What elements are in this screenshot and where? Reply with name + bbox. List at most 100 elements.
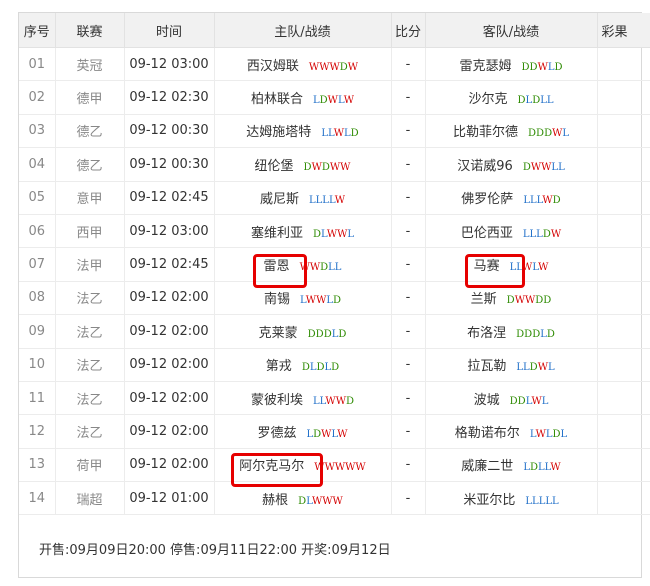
row-away-team: 雷克瑟姆 DDWLD [425, 47, 598, 82]
row-result: · [597, 114, 650, 149]
away-team-name[interactable]: 比勒菲尔德 [453, 121, 518, 140]
home-team-name[interactable]: 达姆施塔特 [246, 121, 311, 140]
row-seq: 12 [19, 414, 56, 449]
row-seq: 01 [19, 47, 56, 82]
row-seq: 08 [19, 281, 56, 316]
table-row[interactable]: 07法甲09-12 02:45雷恩WWDLL-马赛LLWLW· [19, 247, 650, 282]
row-result: · [597, 381, 650, 416]
row-result: · [597, 314, 650, 349]
row-home-team: 克莱蒙 DDDLD [214, 314, 392, 349]
row-score: - [391, 247, 426, 282]
row-score: - [391, 381, 426, 416]
row-seq: 02 [19, 80, 56, 115]
away-team-name[interactable]: 拉瓦勒 [467, 355, 506, 374]
row-league: 法乙 [55, 314, 125, 349]
row-home-team: 纽伦堡 DWDWW [214, 147, 392, 182]
row-seq: 14 [19, 481, 56, 516]
away-team-form: DWWDD [506, 295, 552, 307]
away-team-name[interactable]: 米亚尔比 [463, 489, 515, 508]
home-team-form: DWDWW [303, 161, 351, 173]
header-home: 主队/战绩 [214, 13, 392, 48]
row-result: · [597, 348, 650, 382]
table-row[interactable]: 06西甲09-12 03:00 塞维利亚 DLWWL - 巴伦西亚 LLLDW · [19, 214, 650, 249]
row-result: · [597, 214, 650, 249]
row-result: · [597, 281, 650, 316]
table-row[interactable]: 12法乙09-12 02:00 罗德兹 LDWLW - 格勒诺布尔 LWLDL · [19, 414, 650, 449]
home-team-name[interactable]: 西汉姆联 [247, 55, 299, 74]
row-home-team: 塞维利亚 DLWWL [214, 214, 392, 249]
row-score: - [391, 214, 426, 249]
away-team-name[interactable]: 波城 [474, 389, 500, 408]
away-team-form: DDDLD [516, 328, 555, 340]
home-team-form: LLWWD [313, 395, 355, 407]
table-row[interactable]: 14瑞超09-12 01:00 赫根 DLWWW - 米亚尔比 LLLLL · [19, 481, 650, 516]
home-team-name[interactable]: 蒙彼利埃 [251, 389, 303, 408]
away-team-name[interactable]: 巴伦西亚 [461, 222, 513, 241]
away-team-form: DWWLL [522, 161, 565, 173]
away-team-name[interactable]: 佛罗伦萨 [461, 188, 513, 207]
home-team-form: LDWLW [313, 95, 355, 107]
row-time: 09-12 02:45 [124, 247, 215, 282]
home-team-name[interactable]: 赫根 [262, 489, 288, 508]
row-score: - [391, 80, 426, 115]
row-seq: 09 [19, 314, 56, 349]
table-row[interactable]: 10法乙09-12 02:00 第戎 DLDLD - 拉瓦勒 LLDWL · [19, 348, 650, 382]
row-league: 法乙 [55, 414, 125, 449]
home-team-name[interactable]: 克莱蒙 [259, 322, 298, 341]
table-row[interactable]: 13荷甲09-12 02:00阿尔克马尔WWWWW-威廉二世LDLLW· [19, 448, 650, 483]
table-row[interactable]: 04德乙09-12 00:30 纽伦堡 DWDWW - 汉诺威96 DWWLL · [19, 147, 650, 182]
table-row[interactable]: 09法乙09-12 02:00 克莱蒙 DDDLD - 布洛涅 DDDLD · [19, 314, 650, 349]
home-team-form: LLWLD [321, 128, 359, 140]
table-row[interactable]: 03德乙09-12 00:30 达姆施塔特 LLWLD - 比勒菲尔德 DDDWL · [19, 114, 650, 149]
row-away-team: 沙尔克 DLDLL [425, 80, 598, 115]
row-score: - [391, 448, 426, 483]
row-league: 意甲 [55, 181, 125, 215]
row-score: - [391, 147, 426, 182]
row-time: 09-12 02:30 [124, 80, 215, 115]
row-league: 法乙 [55, 348, 125, 382]
table-body: 01英冠09-12 03:00西汉姆联WWWDW-雷克瑟姆DDWLD·02德甲0… [19, 47, 650, 516]
away-team-name[interactable]: 雷克瑟姆 [459, 55, 511, 74]
row-home-team: 蒙彼利埃 LLWWD [214, 381, 392, 416]
row-time: 09-12 02:00 [124, 414, 215, 449]
highlight-box-away-07 [465, 254, 525, 288]
home-team-form: DDDLD [307, 328, 347, 340]
home-team-name[interactable]: 罗德兹 [257, 422, 296, 441]
row-score: - [391, 314, 426, 349]
away-team-form: LLLLL [525, 495, 559, 507]
away-team-name[interactable]: 威廉二世 [461, 455, 513, 474]
home-team-name[interactable]: 威尼斯 [260, 188, 299, 207]
row-away-team: 波城 DDLWL [425, 381, 598, 416]
away-team-form: DDLWL [509, 395, 549, 407]
row-league: 德乙 [55, 114, 125, 149]
away-team-name[interactable]: 格勒诺布尔 [455, 422, 520, 441]
home-team-name[interactable]: 第戎 [266, 355, 292, 374]
row-time: 09-12 03:00 [124, 214, 215, 249]
row-seq: 10 [19, 348, 56, 382]
table-row[interactable]: 08法乙09-12 02:00 南锡 LWWLD - 兰斯 DWWDD · [19, 281, 650, 316]
row-seq: 11 [19, 381, 56, 416]
away-team-name[interactable]: 汉诺威96 [457, 155, 513, 174]
match-table: 序号 联赛 时间 主队/战绩 比分 客队/战绩 彩果 01 英冠 09-12 03:… [19, 13, 650, 516]
away-team-name[interactable]: 兰斯 [471, 288, 497, 307]
home-team-name[interactable]: 塞维利亚 [251, 222, 303, 241]
row-league: 英冠 [55, 47, 125, 82]
table-header-row: 序号 联赛 时间 主队/战绩 比分 客队/战绩 彩果 [19, 13, 650, 48]
table-row[interactable]: 01英冠09-12 03:00 西汉姆联 WWWDW - 雷克瑟姆 DDWLD · [19, 47, 650, 82]
row-time: 09-12 03:00 [124, 47, 215, 82]
header-time: 时间 [124, 13, 215, 48]
table-row[interactable]: 02德甲09-12 02:30 柏林联合 LDWLW - 沙尔克 DLDLL · [19, 80, 650, 115]
home-team-name[interactable]: 柏林联合 [251, 88, 303, 107]
away-team-name[interactable]: 布洛涅 [467, 322, 506, 341]
away-team-name[interactable]: 沙尔克 [469, 88, 508, 107]
away-team-form: LWLDL [529, 428, 568, 440]
row-result: · [597, 181, 650, 215]
away-team-form: DDWLD [521, 61, 563, 73]
row-seq: 06 [19, 214, 56, 249]
table-row[interactable]: 05意甲09-12 02:45 威尼斯 LLLLW - 佛罗伦萨 LLLWD · [19, 181, 650, 215]
row-away-team: 布洛涅 DDDLD [425, 314, 598, 349]
home-team-name[interactable]: 南锡 [264, 288, 290, 307]
home-team-name[interactable]: 纽伦堡 [255, 155, 294, 174]
table-row[interactable]: 11法乙09-12 02:00 蒙彼利埃 LLWWD - 波城 DDLWL · [19, 381, 650, 416]
row-seq: 07 [19, 247, 56, 282]
